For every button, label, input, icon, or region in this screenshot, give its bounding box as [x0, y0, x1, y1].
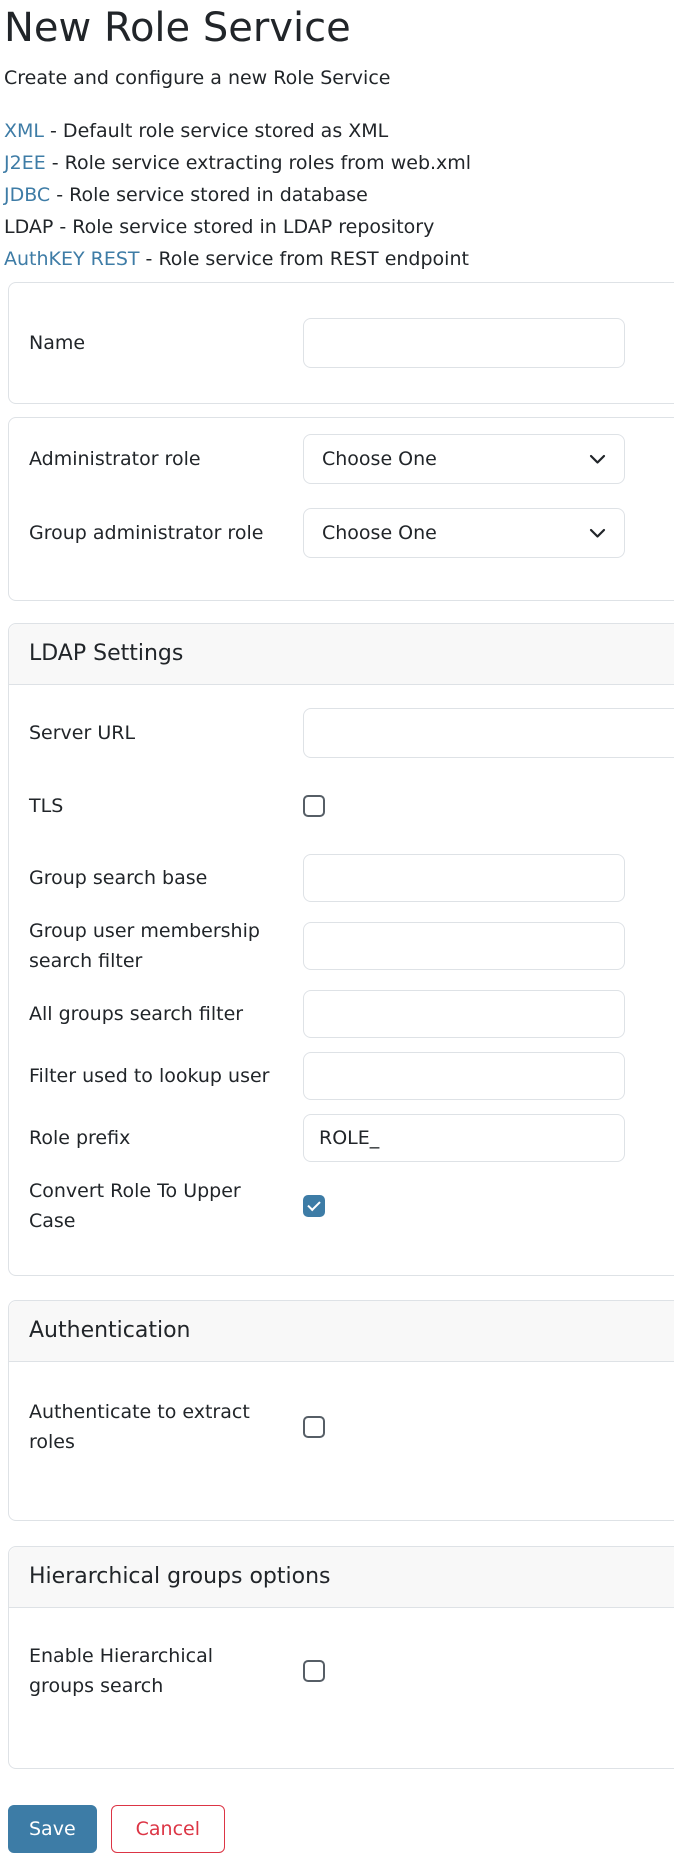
group-administrator-role-select[interactable]: Choose One [303, 508, 625, 558]
form-actions: Save Cancel [8, 1805, 674, 1853]
name-row: Name [9, 311, 674, 375]
authenticate-extract-roles-label: Authenticate to extract roles [29, 1397, 303, 1457]
group-membership-filter-row: Group user membership search filter [9, 909, 674, 983]
administrator-role-selected-value: Choose One [322, 448, 437, 470]
service-type-desc-authkey-rest: - Role service from REST endpoint [140, 248, 469, 270]
page-title: New Role Service [4, 4, 674, 52]
enable-hierarchical-groups-label: Enable Hierarchical groups search [29, 1641, 303, 1701]
convert-role-upper-checkbox[interactable] [303, 1195, 325, 1217]
tls-label: TLS [29, 791, 303, 821]
service-type-label-ldap: LDAP [4, 216, 53, 238]
lookup-user-filter-label: Filter used to lookup user [29, 1061, 303, 1091]
page-subtitle: Create and configure a new Role Service [4, 62, 674, 94]
server-url-label: Server URL [29, 718, 303, 748]
lookup-user-filter-row: Filter used to lookup user [9, 1045, 674, 1107]
authentication-header: Authentication [9, 1301, 674, 1362]
service-type-list: XML - Default role service stored as XML… [4, 115, 674, 275]
ldap-settings-header: LDAP Settings [9, 624, 674, 685]
group-administrator-role-label: Group administrator role [29, 518, 303, 548]
all-groups-filter-label: All groups search filter [29, 999, 303, 1029]
page-header: New Role Service Create and configure a … [0, 0, 674, 275]
authentication-panel: Authentication Authenticate to extract r… [8, 1300, 674, 1521]
service-type-link-xml[interactable]: XML [4, 120, 44, 142]
group-administrator-role-row: Group administrator role Choose One [9, 496, 674, 570]
service-type-desc-ldap: - Role service stored in LDAP repository [53, 216, 434, 238]
name-label: Name [29, 328, 303, 358]
administrator-role-select[interactable]: Choose One [303, 434, 625, 484]
authenticate-extract-roles-checkbox[interactable] [303, 1416, 325, 1438]
enable-hierarchical-groups-checkbox[interactable] [303, 1660, 325, 1682]
authenticate-extract-roles-row: Authenticate to extract roles [9, 1390, 674, 1464]
new-role-service-page: New Role Service Create and configure a … [0, 0, 674, 1856]
enable-hierarchical-groups-row: Enable Hierarchical groups search [9, 1634, 674, 1708]
administrator-role-label: Administrator role [29, 444, 303, 474]
hierarchical-groups-panel: Hierarchical groups options Enable Hiera… [8, 1546, 674, 1769]
service-type-desc-jdbc: - Role service stored in database [50, 184, 368, 206]
service-type-link-jdbc[interactable]: JDBC [4, 184, 50, 206]
service-type-item-xml: XML - Default role service stored as XML [4, 115, 674, 147]
group-membership-filter-label: Group user membership search filter [29, 916, 303, 976]
hierarchical-groups-header: Hierarchical groups options [9, 1547, 674, 1608]
tls-row: TLS [9, 765, 674, 847]
service-type-item-authkey-rest: AuthKEY REST - Role service from REST en… [4, 243, 674, 275]
service-type-item-jdbc: JDBC - Role service stored in database [4, 179, 674, 211]
chevron-down-icon [589, 528, 606, 539]
cancel-button[interactable]: Cancel [111, 1805, 225, 1853]
convert-role-upper-label: Convert Role To Upper Case [29, 1176, 303, 1236]
group-search-base-row: Group search base [9, 847, 674, 909]
service-type-desc-xml: - Default role service stored as XML [44, 120, 388, 142]
administrator-role-row: Administrator role Choose One [9, 422, 674, 496]
group-membership-filter-input[interactable] [303, 922, 625, 970]
service-type-link-authkey-rest[interactable]: AuthKEY REST [4, 248, 140, 270]
server-url-row: Server URL [9, 701, 674, 765]
lookup-user-filter-input[interactable] [303, 1052, 625, 1100]
save-button[interactable]: Save [8, 1805, 97, 1853]
all-groups-filter-input[interactable] [303, 990, 625, 1038]
role-prefix-row: Role prefix [9, 1107, 674, 1169]
ldap-settings-panel: LDAP Settings Server URL TLS Group searc… [8, 623, 674, 1276]
group-administrator-role-selected-value: Choose One [322, 522, 437, 544]
name-input[interactable] [303, 318, 625, 368]
chevron-down-icon [589, 454, 606, 465]
tls-checkbox[interactable] [303, 795, 325, 817]
roles-panel: Administrator role Choose One Group admi… [8, 417, 674, 601]
group-search-base-label: Group search base [29, 863, 303, 893]
group-search-base-input[interactable] [303, 854, 625, 902]
name-panel: Name [8, 282, 674, 404]
service-type-item-j2ee: J2EE - Role service extracting roles fro… [4, 147, 674, 179]
role-prefix-label: Role prefix [29, 1123, 303, 1153]
service-type-link-j2ee[interactable]: J2EE [4, 152, 46, 174]
server-url-input[interactable] [303, 708, 674, 758]
convert-role-upper-row: Convert Role To Upper Case [9, 1169, 674, 1243]
service-type-item-ldap: LDAP - Role service stored in LDAP repos… [4, 211, 674, 243]
role-prefix-input[interactable] [303, 1114, 625, 1162]
all-groups-filter-row: All groups search filter [9, 983, 674, 1045]
service-type-desc-j2ee: - Role service extracting roles from web… [46, 152, 471, 174]
